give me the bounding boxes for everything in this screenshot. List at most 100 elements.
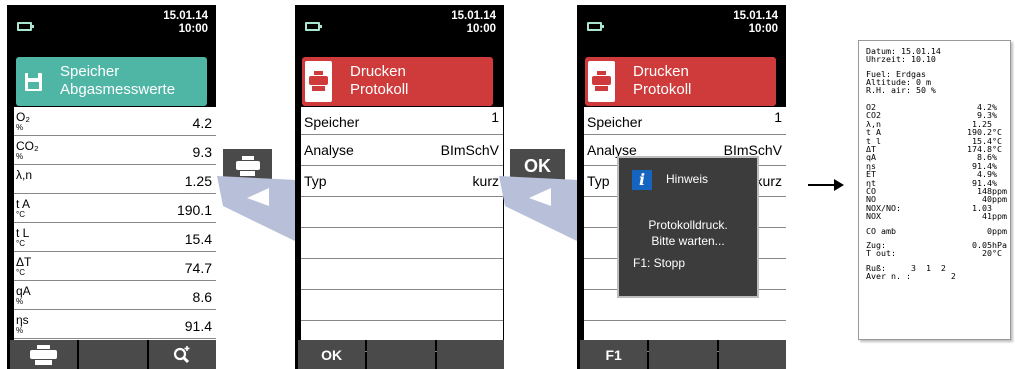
print-settings-list: Speicher 1 Analyse BImSchV Typ kurz — [301, 107, 503, 352]
printout-aver: Aver n. : 2 — [866, 271, 956, 281]
measurement-name: O₂ — [16, 110, 30, 124]
printout-unit: ppm — [992, 226, 1007, 236]
measurement-unit: °C — [16, 268, 25, 277]
printout-receipt: Datum: 15.01.14 Uhrzeit: 10.10 Fuel: Erd… — [858, 40, 1011, 340]
dialog-message-line1: Protokolldruck. — [648, 218, 728, 232]
date-time: 15.01.14 10:00 — [163, 10, 208, 36]
printout-unit: ppm — [992, 211, 1007, 222]
measurement-row[interactable]: ΔT °C 74.7 — [14, 252, 216, 281]
measurement-name: CO₂ — [16, 139, 39, 153]
measurement-row[interactable]: λ,n 1.25 — [14, 165, 216, 194]
info-dialog: i Hinweis Protokolldruck. Bitte warten..… — [617, 156, 759, 298]
printout-value: 41 — [982, 211, 992, 222]
setting-value: BImSchV — [440, 142, 499, 158]
softkey-empty[interactable] — [79, 340, 147, 369]
header-title: Speicher Abgasmesswerte — [60, 63, 175, 99]
magnify-plus-icon — [174, 345, 190, 363]
setting-label: Analyse — [304, 142, 354, 158]
softkey-empty[interactable] — [718, 340, 786, 369]
softkey-print[interactable] — [10, 340, 78, 369]
empty-row — [301, 259, 503, 290]
status-bar: 15.01.14 10:00 — [7, 5, 216, 53]
measurement-name: ηs — [16, 313, 29, 327]
measurement-unit: % — [16, 326, 24, 335]
setting-value: 1 — [491, 109, 499, 125]
softkey-bar — [10, 340, 216, 369]
menu-header: Speicher Abgasmesswerte — [16, 57, 207, 106]
measurement-value: 15.4 — [184, 231, 212, 247]
status-bar: 15.01.14 10:00 — [295, 5, 504, 53]
battery-icon — [17, 22, 34, 31]
softkey-ok[interactable]: OK — [298, 340, 366, 369]
dialog-stop-hint: F1: Stopp — [633, 256, 686, 270]
measurement-name: λ,n — [16, 168, 33, 182]
printout-row: NOX 41 ppm — [866, 211, 1007, 222]
softkey-bar: F1 — [580, 340, 786, 369]
printout-label: CO amb — [866, 226, 896, 236]
setting-value: kurz — [755, 173, 782, 189]
softkey-empty[interactable] — [649, 340, 717, 369]
measurement-row[interactable]: t A °C 190.1 — [14, 194, 216, 223]
transition-arrow-icon — [217, 176, 297, 242]
setting-row[interactable]: Speicher 1 — [301, 107, 503, 135]
output-arrow-icon — [808, 179, 844, 191]
date-label: 15.01.14 — [733, 10, 778, 22]
measurement-row[interactable]: ηs% 91.4 — [14, 310, 216, 339]
softkey-empty[interactable] — [367, 340, 435, 369]
softkey-f1[interactable]: F1 — [580, 340, 648, 369]
softkey-bar: OK — [298, 340, 504, 369]
measurement-row[interactable]: O₂% 4.2 — [14, 107, 216, 136]
empty-row — [301, 197, 503, 228]
measurement-unit: % — [16, 297, 24, 306]
menu-header: Drucken Protokoll — [302, 57, 493, 106]
printout-label: NOX — [866, 211, 881, 222]
printout-rh: R.H. air: 50 % — [866, 85, 936, 95]
header-title-line1: Drucken — [350, 63, 406, 80]
transition-arrow-icon — [499, 176, 579, 242]
measurement-value: 9.3 — [192, 144, 212, 160]
measurement-name: qA — [16, 284, 31, 298]
header-title-line2: Abgasmesswerte — [60, 81, 176, 98]
dialog-message-line2: Bitte warten... — [651, 234, 725, 248]
measurement-row[interactable]: CO₂% 9.3 — [14, 136, 216, 165]
header-title-line2: Protokoll — [350, 81, 409, 98]
measurement-list: O₂% 4.2 CO₂% 9.3 λ,n 1.25 t A °C 190.1 t L °C 15.4 Δ… — [14, 107, 216, 340]
status-bar: 15.01.14 10:00 — [577, 5, 786, 53]
measurement-value: 4.2 — [192, 115, 212, 131]
printer-icon — [235, 156, 260, 176]
setting-row[interactable]: Speicher 1 — [584, 107, 786, 135]
menu-header: Drucken Protokoll — [585, 57, 776, 106]
measurement-name: t L — [16, 226, 30, 240]
printout-unit: % — [992, 110, 997, 121]
header-title: Drucken Protokoll — [633, 63, 691, 99]
printout-label: T out: — [866, 248, 896, 258]
header-title-line1: Drucken — [633, 63, 689, 80]
printout-row-co-amb: CO amb 0 ppm — [866, 226, 1007, 236]
date-time: 15.01.14 10:00 — [451, 10, 496, 36]
printout-unit: ppm — [992, 194, 1007, 205]
setting-row[interactable]: Typ kurz — [301, 166, 503, 197]
time-label: 10:00 — [178, 23, 208, 35]
measurement-unit: % — [16, 152, 24, 161]
device-screen-print: 15.01.14 10:00 Drucken Protokoll Speiche… — [295, 5, 504, 369]
header-title: Drucken Protokoll — [350, 63, 408, 99]
measurement-row[interactable]: qA% 8.6 — [14, 281, 216, 310]
measurement-value: 190.1 — [176, 202, 212, 218]
date-label: 15.01.14 — [163, 10, 208, 22]
measurement-row[interactable]: t L °C 15.4 — [14, 223, 216, 252]
time-label: 10:00 — [748, 23, 778, 35]
device-screen-memory: 15.01.14 10:00 Speicher Abgasmesswerte O… — [7, 5, 216, 369]
softkey-zoom[interactable] — [148, 340, 216, 369]
empty-row — [301, 228, 503, 259]
measurement-unit: °C — [16, 239, 25, 248]
battery-icon — [587, 22, 604, 31]
setting-label: Speicher — [304, 114, 360, 130]
setting-row[interactable]: Analyse BImSchV — [301, 135, 503, 166]
measurement-value: 74.7 — [184, 260, 212, 276]
dialog-title: Hinweis — [666, 172, 709, 186]
time-label: 10:00 — [466, 23, 496, 35]
header-title-line2: Protokoll — [633, 81, 692, 98]
date-time: 15.01.14 10:00 — [733, 10, 778, 36]
softkey-empty[interactable] — [436, 340, 504, 369]
printout-value: 20 — [982, 248, 992, 258]
